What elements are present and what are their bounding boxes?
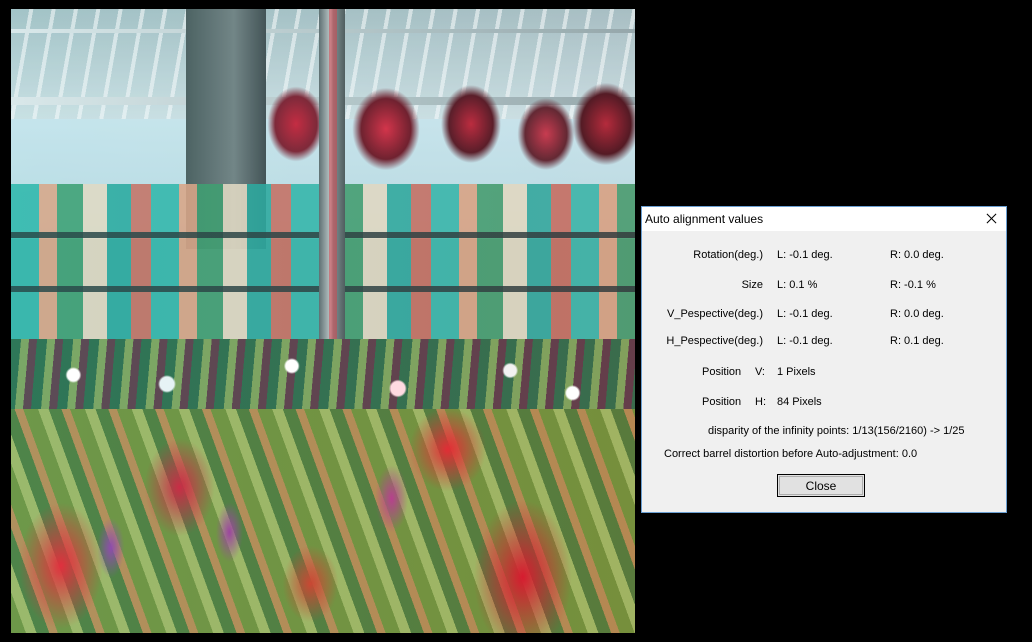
rotation-right-value: R: 0.0 deg. [890,249,944,261]
position-h-label: Position [702,396,742,408]
h-perspective-right-value: R: 0.1 deg. [890,335,944,347]
size-row: Size L: 0.1 % R: -0.1 % [642,279,1006,293]
disparity-text: disparity of the infinity points: 1/13(1… [708,425,965,437]
anaglyph-image [11,9,635,633]
position-v-value: 1 Pixels [777,366,816,378]
auto-alignment-dialog: Auto alignment values Rotation(deg.) L: … [641,206,1007,513]
photo-anaglyph-tint [11,9,635,633]
barrel-distortion-text: Correct barrel distortion before Auto-ad… [664,448,918,460]
position-v-row: Position V: 1 Pixels [642,366,1006,380]
position-h-row: Position H: 84 Pixels [642,396,1006,410]
position-h-value: 84 Pixels [777,396,822,408]
close-button[interactable]: Close [777,474,865,497]
size-left-value: L: 0.1 % [777,279,818,291]
h-perspective-left-value: L: -0.1 deg. [777,335,833,347]
position-v-axis: V: [755,366,765,378]
size-label: Size [741,279,763,291]
v-perspective-left-value: L: -0.1 deg. [777,308,833,320]
dialog-titlebar[interactable]: Auto alignment values [642,207,1006,231]
rotation-row: Rotation(deg.) L: -0.1 deg. R: 0.0 deg. [642,249,1006,263]
dialog-title: Auto alignment values [645,212,764,226]
v-perspective-row: V_Pespective(deg.) L: -0.1 deg. R: 0.0 d… [642,308,1006,322]
close-icon[interactable] [976,207,1006,231]
rotation-label: Rotation(deg.) [693,249,763,261]
position-v-label: Position [702,366,742,378]
h-perspective-label: H_Pespective(deg.) [666,335,763,347]
h-perspective-row: H_Pespective(deg.) L: -0.1 deg. R: 0.1 d… [642,335,1006,349]
v-perspective-label: V_Pespective(deg.) [667,308,763,320]
position-h-axis: H: [755,396,766,408]
rotation-left-value: L: -0.1 deg. [777,249,833,261]
v-perspective-right-value: R: 0.0 deg. [890,308,944,320]
size-right-value: R: -0.1 % [890,279,936,291]
